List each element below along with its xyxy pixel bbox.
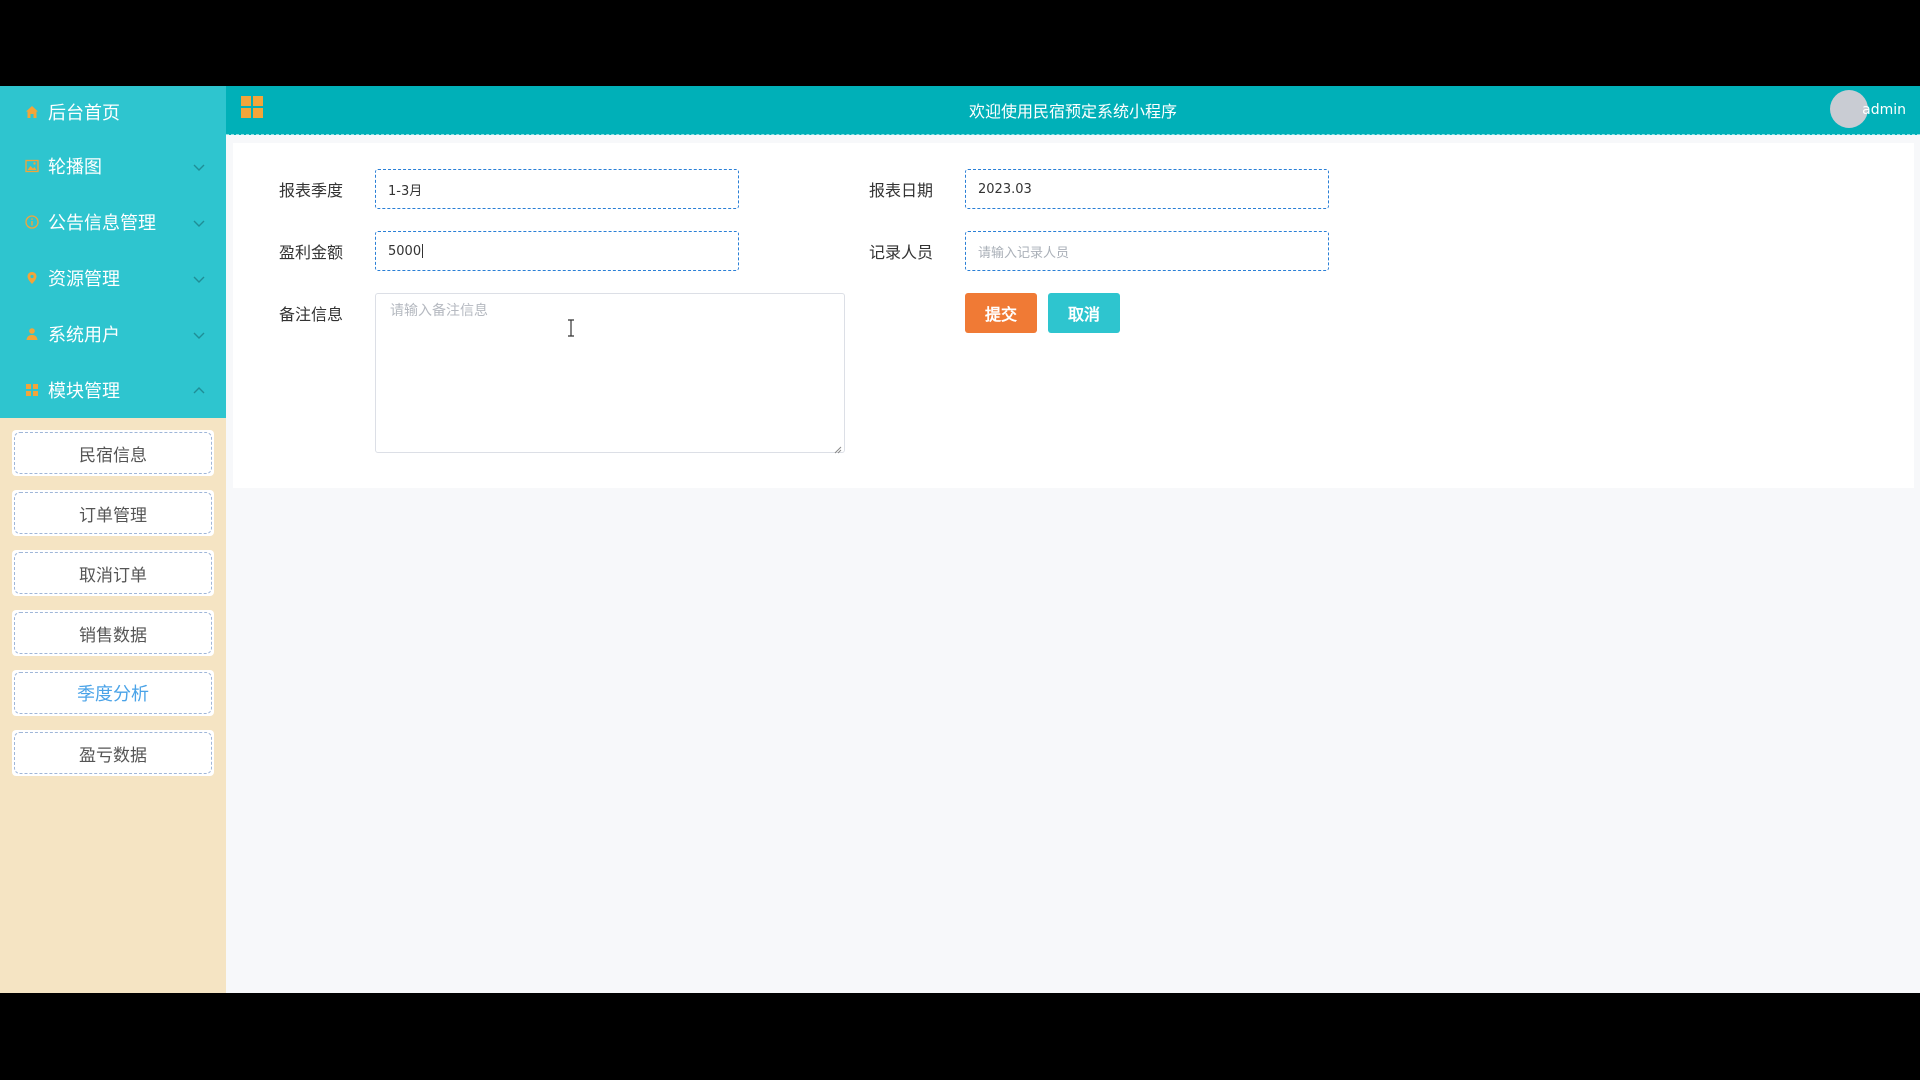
- submenu-item-label: 盈亏数据: [79, 745, 147, 766]
- sidebar-item-label: 资源管理: [48, 269, 120, 290]
- grid-icon: [24, 382, 40, 398]
- sidebar-item-notices[interactable]: 公告信息管理: [0, 194, 226, 250]
- submenu-item-cancel-orders[interactable]: 取消订单: [12, 550, 214, 596]
- profit-label: 盈利金额: [278, 243, 343, 262]
- sidebar-item-label: 公告信息管理: [48, 213, 156, 234]
- date-label: 报表日期: [868, 181, 933, 200]
- remark-placeholder: 请输入备注信息: [390, 303, 488, 319]
- sidebar: 后台首页 轮播图 公告信息管理 资源管理 系统用户 模块管理 民宿信息 订单管理…: [0, 86, 226, 993]
- submenu-item-label: 民宿信息: [79, 445, 147, 466]
- page-title: 欢迎使用民宿预定系统小程序: [968, 102, 1177, 121]
- sidebar-item-label: 模块管理: [48, 381, 120, 402]
- resize-handle-icon[interactable]: [834, 442, 842, 454]
- chevron-down-icon: [192, 158, 206, 172]
- profit-input-value: 5000: [388, 243, 422, 259]
- submenu-item-label: 季度分析: [77, 684, 149, 705]
- recorder-label: 记录人员: [868, 243, 933, 262]
- remark-label: 备注信息: [278, 305, 343, 324]
- sidebar-item-label: 系统用户: [48, 325, 120, 346]
- sidebar-item-resources[interactable]: 资源管理: [0, 250, 226, 306]
- chevron-down-icon: [192, 270, 206, 284]
- sidebar-item-home[interactable]: 后台首页: [0, 86, 226, 138]
- date-input[interactable]: 2023.03: [965, 169, 1329, 209]
- remark-textarea[interactable]: 请输入备注信息: [375, 293, 845, 454]
- text-cursor-icon: [567, 319, 575, 337]
- sidebar-item-label: 轮播图: [48, 157, 102, 178]
- sidebar-menu: 后台首页 轮播图 公告信息管理 资源管理 系统用户 模块管理: [0, 86, 226, 418]
- submenu-item-sales-data[interactable]: 销售数据: [12, 610, 214, 656]
- sidebar-item-modules[interactable]: 模块管理: [0, 362, 226, 418]
- sidebar-item-label: 后台首页: [48, 103, 120, 124]
- home-icon: [24, 104, 40, 120]
- season-label: 报表季度: [278, 181, 343, 200]
- season-input[interactable]: 1-3月: [375, 169, 739, 209]
- user-icon: [24, 326, 40, 342]
- submenu-item-profit-loss[interactable]: 盈亏数据: [12, 730, 214, 776]
- submenu-item-label: 取消订单: [79, 565, 147, 586]
- text-caret: [422, 244, 424, 258]
- profit-input[interactable]: 5000: [375, 231, 739, 271]
- image-icon: [24, 158, 40, 174]
- chevron-down-icon: [192, 326, 206, 340]
- submenu-item-label: 销售数据: [79, 625, 147, 646]
- submenu-item-homestay-info[interactable]: 民宿信息: [12, 430, 214, 476]
- submenu-item-label: 订单管理: [79, 505, 147, 526]
- sidebar-submenu: 民宿信息 订单管理 取消订单 销售数据 季度分析 盈亏数据: [0, 418, 226, 776]
- submenu-item-quarterly-analysis[interactable]: 季度分析: [12, 670, 214, 716]
- info-icon: [24, 214, 40, 230]
- top-header: 欢迎使用民宿预定系统小程序 admin: [226, 86, 1920, 135]
- username-label[interactable]: admin: [1862, 86, 1906, 134]
- form-card: 报表季度 1-3月 报表日期 2023.03 盈利金额 5000 记录人员 请输…: [233, 143, 1914, 488]
- chevron-up-icon: [192, 382, 206, 396]
- submit-button[interactable]: 提交: [965, 293, 1037, 333]
- cancel-button[interactable]: 取消: [1048, 293, 1120, 333]
- sidebar-item-carousel[interactable]: 轮播图: [0, 138, 226, 194]
- submenu-item-orders[interactable]: 订单管理: [12, 490, 214, 536]
- recorder-input[interactable]: 请输入记录人员: [965, 231, 1329, 271]
- chevron-down-icon: [192, 214, 206, 228]
- app-window: 后台首页 轮播图 公告信息管理 资源管理 系统用户 模块管理 民宿信息 订单管理…: [0, 86, 1920, 993]
- sidebar-item-users[interactable]: 系统用户: [0, 306, 226, 362]
- location-icon: [24, 270, 40, 286]
